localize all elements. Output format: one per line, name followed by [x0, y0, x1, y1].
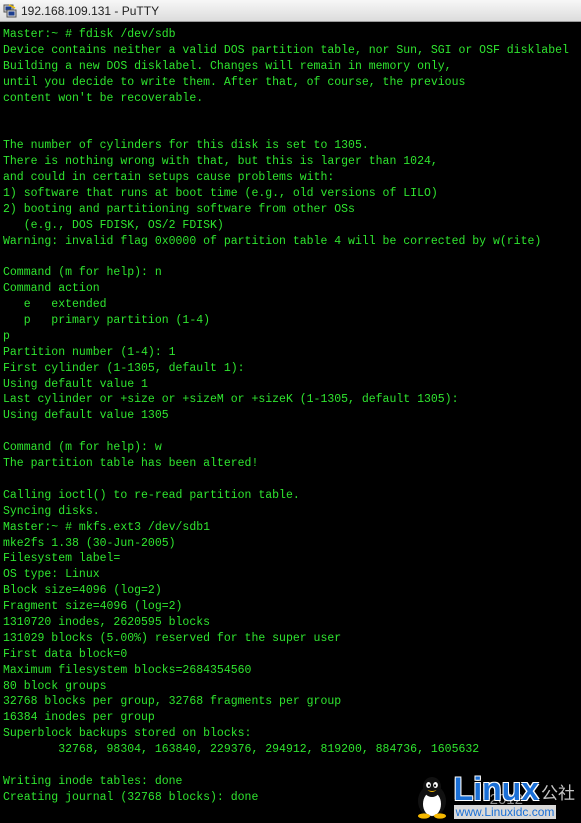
terminal-line: 1310720 inodes, 2620595 blocks [3, 615, 211, 629]
terminal-line: Partition number (1-4): 1 [3, 345, 176, 359]
terminal-line: 131029 blocks (5.00%) reserved for the s… [3, 631, 342, 645]
terminal-line: 80 block groups [3, 679, 107, 693]
terminal-line: Command (m for help): n [3, 266, 162, 280]
terminal-line: Master:~ # fdisk /dev/sdb [3, 28, 176, 41]
putty-icon [3, 3, 17, 17]
terminal-line: Master:~ # mkfs.ext3 /dev/sdb1 [3, 520, 211, 534]
terminal-line: Command (m for help): w [3, 441, 162, 455]
watermark-url: www.Linuxidc.com [453, 805, 557, 819]
terminal-line: 2) booting and partitioning software fro… [3, 202, 355, 216]
terminal-line: mke2fs 1.38 (30-Jun-2005) [3, 536, 176, 550]
watermark-brand: Linux [453, 771, 539, 807]
terminal-line: First cylinder (1-1305, default 1): [3, 361, 245, 375]
terminal-line: Superblock backups stored on blocks: [3, 727, 252, 741]
terminal-line: p [3, 329, 10, 343]
title-bar[interactable]: 192.168.109.131 - PuTTY [0, 0, 581, 22]
watermark-suffix: 公社 [541, 784, 575, 803]
watermark: Linux 公社 www.Linuxidc.com [412, 771, 575, 819]
terminal-line: Device contains neither a valid DOS part… [3, 43, 569, 57]
terminal-line: Maximum filesystem blocks=2684354560 [3, 663, 252, 677]
terminal-line: The number of cylinders for this disk is… [3, 139, 369, 153]
terminal-line: OS type: Linux [3, 568, 100, 582]
terminal-line: Warning: invalid flag 0x0000 of partitio… [3, 234, 542, 248]
terminal-line: Using default value 1305 [3, 409, 169, 423]
terminal-line: e extended [3, 298, 107, 312]
terminal-line: Calling ioctl() to re-read partition tab… [3, 488, 300, 502]
terminal-line: 1) software that runs at boot time (e.g.… [3, 186, 438, 200]
terminal-line: There is nothing wrong with that, but th… [3, 155, 438, 169]
terminal-line: Command action [3, 282, 100, 296]
terminal-line: Syncing disks. [3, 504, 100, 518]
terminal-line: content won't be recoverable. [3, 91, 204, 105]
terminal-line: (e.g., DOS FDISK, OS/2 FDISK) [3, 218, 224, 232]
terminal-line: The partition table has been altered! [3, 457, 259, 471]
terminal-line: and could in certain setups cause proble… [3, 171, 335, 185]
terminal-line: Using default value 1 [3, 377, 148, 391]
terminal-line: First data block=0 [3, 647, 128, 661]
terminal-line: Last cylinder or +size or +sizeM or +siz… [3, 393, 459, 407]
window-title: 192.168.109.131 - PuTTY [21, 3, 160, 18]
terminal-line: 16384 inodes per group [3, 711, 155, 725]
terminal-line: 32768, 98304, 163840, 229376, 294912, 81… [3, 743, 480, 757]
terminal-line: until you decide to write them. After th… [3, 75, 466, 89]
terminal-line: p primary partition (1-4) [3, 314, 211, 328]
terminal-line: Block size=4096 (log=2) [3, 584, 162, 598]
putty-window: 192.168.109.131 - PuTTY Master:~ # fdisk… [0, 0, 581, 823]
terminal-output[interactable]: Master:~ # fdisk /dev/sdb Device contains… [0, 22, 581, 823]
terminal-line: Building a new DOS disklabel. Changes wi… [3, 59, 452, 73]
terminal-line: Filesystem label= [3, 552, 121, 566]
terminal-line: 32768 blocks per group, 32768 fragments … [3, 695, 342, 709]
tux-penguin-icon [417, 777, 446, 819]
terminal-line: Fragment size=4096 (log=2) [3, 600, 183, 614]
